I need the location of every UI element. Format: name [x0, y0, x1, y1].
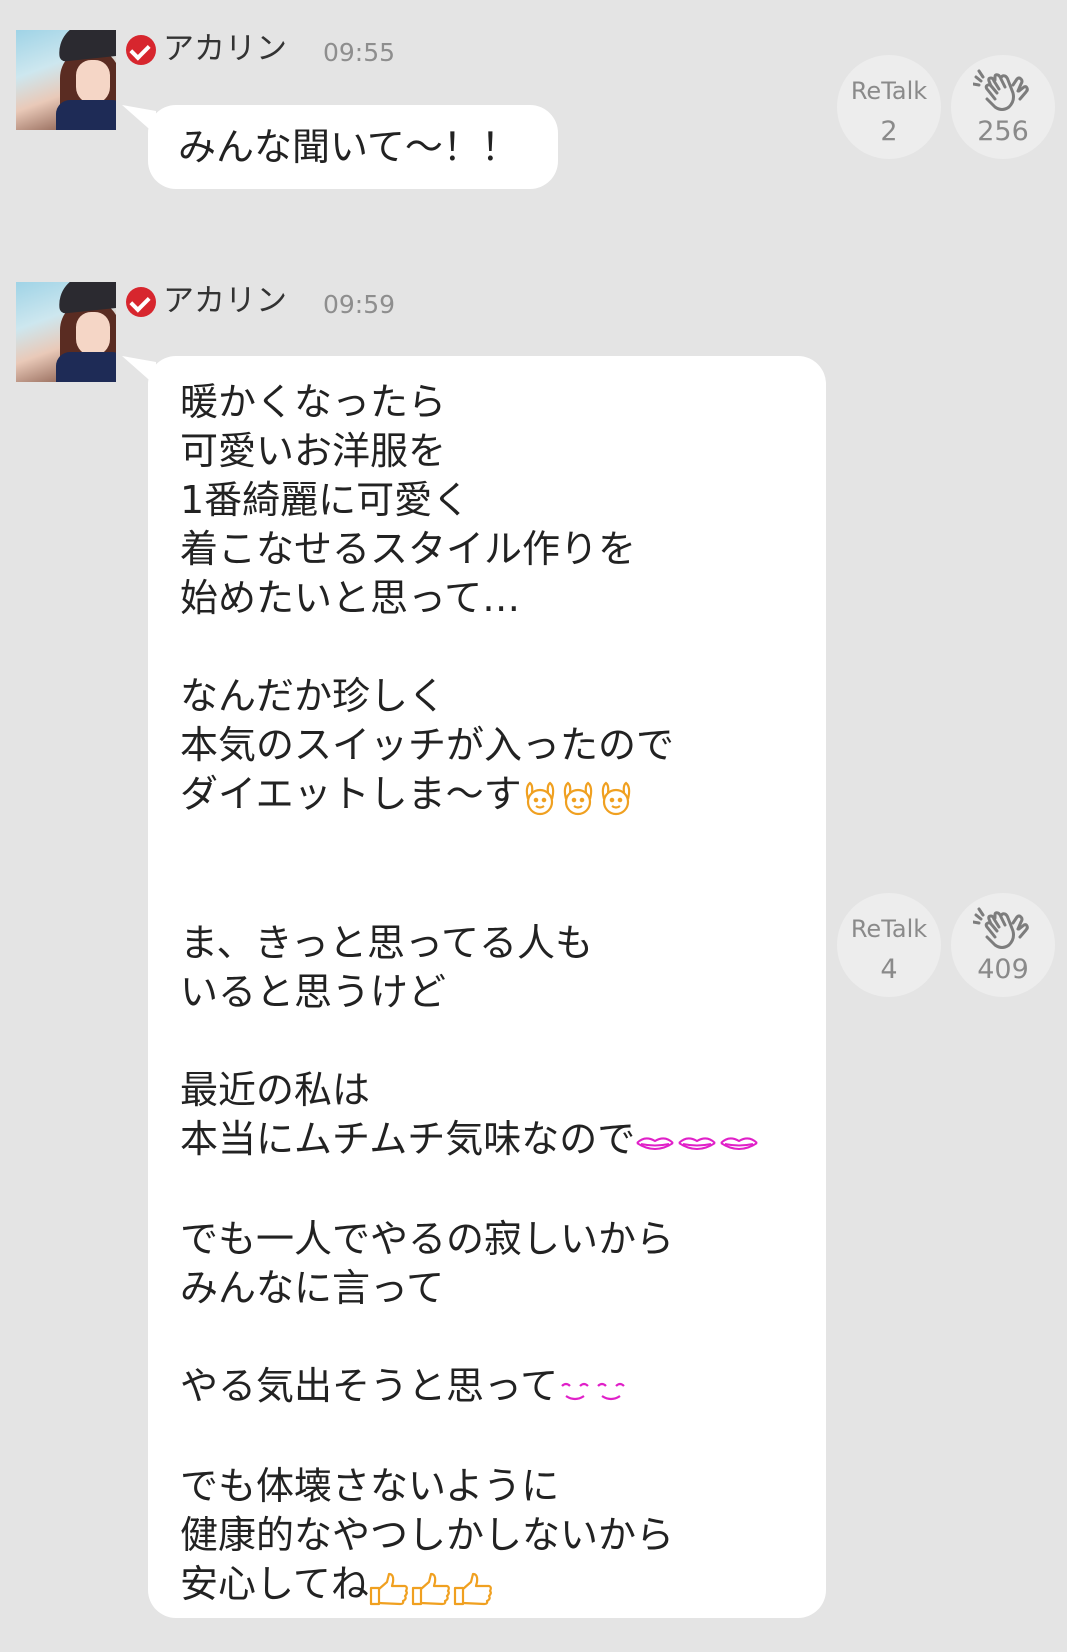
message-bubble: 暖かくなったら 可愛いお洋服を 1番綺麗に可愛く 着こなせるスタイル作りを 始め…	[148, 356, 826, 1618]
lips-emoji	[678, 1136, 716, 1150]
message-item: アカリン 09:59 暖かくなったら 可愛いお洋服を 1番綺麗に可愛く 着こなせ…	[0, 282, 1067, 1622]
sender-name[interactable]: アカリン	[163, 286, 287, 317]
smiling-eyes-emoji-group	[558, 1364, 630, 1413]
text-line: なんだか珍しく	[180, 674, 447, 718]
text-line: みんなに言って	[180, 1266, 445, 1310]
verified-badge-icon	[126, 35, 156, 65]
message-text: みんな聞いて〜！！	[178, 125, 519, 169]
text-line	[180, 623, 761, 672]
text-line: 暖かくなったら	[180, 380, 447, 424]
text-line	[180, 1413, 761, 1462]
text-line: 本当にムチムチ気味なので	[180, 1117, 636, 1161]
text-line: 可愛いお洋服を	[180, 429, 447, 473]
lips-emoji	[636, 1136, 674, 1150]
text-line: 本気のスイッチが入ったので	[180, 723, 675, 767]
text-line	[180, 821, 761, 870]
retalk-button[interactable]: ReTalk 4	[837, 893, 941, 997]
text-line: 1番綺麗に可愛く	[180, 478, 471, 522]
message-text: 暖かくなったら 可愛いお洋服を 1番綺麗に可愛く 着こなせるスタイル作りを 始め…	[180, 378, 761, 1611]
text-line: 着こなせるスタイル作りを	[180, 527, 637, 571]
lips-emoji	[720, 1136, 758, 1150]
text-line	[180, 1166, 761, 1215]
message-item: アカリン 09:55 みんな聞いて〜！！ ReTalk 2 256	[0, 30, 1067, 190]
retalk-label: ReTalk	[850, 915, 928, 943]
retalk-label: ReTalk	[850, 77, 928, 105]
text-line-with-emoji: やる気出そうと思って	[180, 1362, 761, 1413]
avatar[interactable]	[16, 282, 116, 382]
text-line	[180, 1313, 761, 1362]
raising-hands-face-emoji	[601, 781, 630, 815]
clap-count: 256	[977, 116, 1029, 147]
clap-icon	[973, 69, 1029, 111]
clap-count: 409	[977, 954, 1029, 985]
text-line	[180, 1017, 761, 1066]
text-line: やる気出そうと思って	[180, 1364, 559, 1408]
retalk-count: 4	[880, 954, 898, 985]
smiling-eyes-emoji	[597, 1382, 625, 1400]
text-line: 安心してね	[180, 1562, 369, 1606]
avatar[interactable]	[16, 30, 116, 130]
message-time: 09:59	[323, 290, 396, 319]
text-line-with-emoji: 安心してね	[180, 1560, 761, 1611]
text-line: でも一人でやるの寂しいから	[180, 1217, 675, 1261]
raising-hands-face-emoji	[525, 781, 554, 815]
lips-emoji-group	[635, 1117, 761, 1166]
message-time: 09:55	[323, 38, 396, 67]
text-line: 最近の私は	[180, 1068, 371, 1112]
text-line: 健康的なやつしかしないから	[180, 1513, 675, 1557]
verified-badge-icon	[126, 287, 156, 317]
sender-name[interactable]: アカリン	[163, 34, 287, 65]
clap-button[interactable]: 409	[951, 893, 1055, 997]
thumbs-up-emoji	[411, 1572, 450, 1605]
text-line: でも体壊さないように	[180, 1464, 560, 1508]
text-line: ダイエットしま〜す	[180, 772, 522, 816]
smiling-eyes-emoji	[561, 1382, 589, 1400]
text-line-with-emoji: ダイエットしま〜す	[180, 770, 761, 821]
thumbs-up-emoji-group	[369, 1562, 495, 1611]
raising-hands-face-emoji	[563, 781, 592, 815]
text-line	[180, 870, 761, 919]
raising-hands-face-emoji-group	[522, 772, 636, 821]
text-line: ま、きっと思ってる人も	[180, 921, 594, 965]
retalk-button[interactable]: ReTalk 2	[837, 55, 941, 159]
text-line: いると思うけど	[180, 970, 447, 1014]
thumbs-up-emoji	[369, 1572, 408, 1605]
clap-button[interactable]: 256	[951, 55, 1055, 159]
retalk-count: 2	[880, 116, 898, 147]
thumbs-up-emoji	[453, 1572, 492, 1605]
text-line-with-emoji: 本当にムチムチ気味なので	[180, 1115, 761, 1166]
message-bubble: みんな聞いて〜！！	[148, 105, 558, 189]
clap-icon	[973, 907, 1029, 949]
text-line: 始めたいと思って…	[180, 576, 521, 620]
